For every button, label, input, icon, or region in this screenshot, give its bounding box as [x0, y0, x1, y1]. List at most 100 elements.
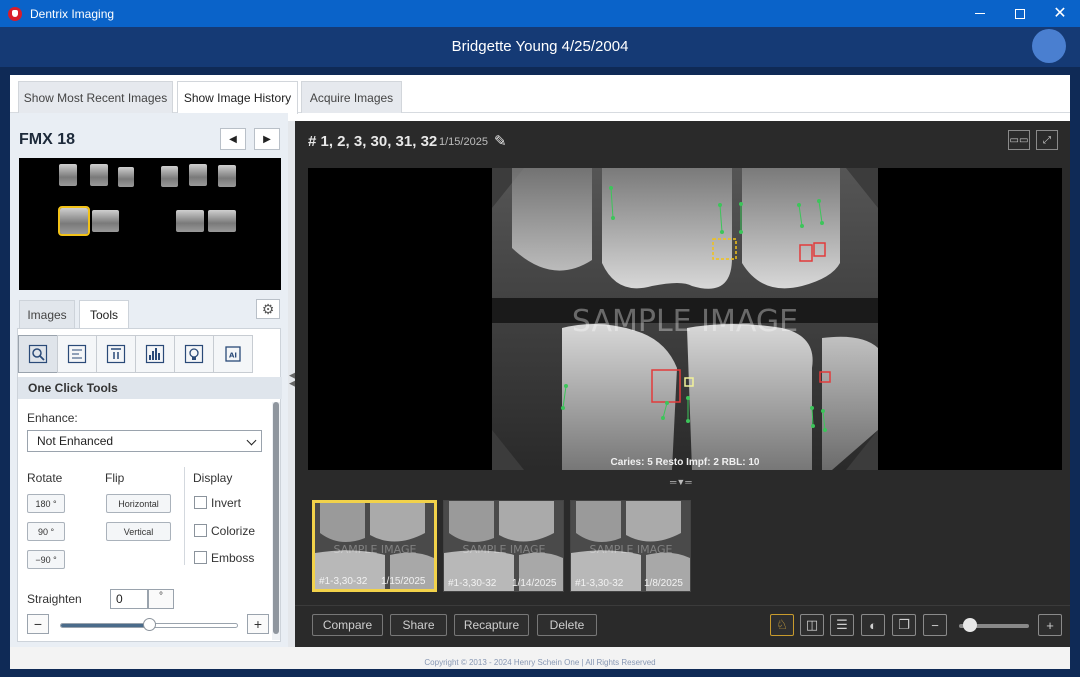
chevron-down-icon [246, 435, 257, 446]
zoom-out-button[interactable]: − [923, 614, 947, 636]
findings-caption: Caries: 5 Resto Impf: 2 RBL: 10 [610, 457, 760, 468]
fmx-thumb[interactable] [92, 210, 119, 232]
copyright-text: Copyright © 2013 - 2024 Henry Schein One… [424, 658, 656, 667]
tools-panel: AI One Click Tools Enhance: Not Enhanced… [17, 328, 282, 642]
divider [184, 467, 185, 565]
tab-label: Show Most Recent Images [23, 90, 168, 105]
tab-images[interactable]: Images [19, 300, 75, 328]
resize-grip-icon[interactable]: ═▼═ [670, 477, 692, 487]
share-button[interactable]: Share [390, 614, 447, 636]
settings-button[interactable]: ⚙ [256, 299, 280, 319]
emboss-checkbox[interactable] [194, 551, 207, 564]
fullscreen-button[interactable]: ⤢ [1036, 130, 1058, 150]
magnify-select-icon [28, 344, 48, 364]
contrast-icon: ◐ [869, 617, 877, 633]
tab-tools[interactable]: Tools [79, 300, 129, 328]
histogram-icon [145, 344, 165, 364]
fmx-thumb[interactable] [90, 164, 108, 186]
zoom-slider-knob[interactable] [962, 618, 977, 632]
thumb-date: 1/14/2025 [512, 578, 557, 589]
straighten-increase-button[interactable]: + [247, 614, 269, 634]
panel-splitter[interactable]: ◀ ◀ [288, 121, 296, 647]
contrast-button[interactable]: ◐ [861, 614, 885, 636]
main-tabs: Show Most Recent Images Show Image Histo… [10, 75, 1070, 114]
invert-checkbox[interactable] [194, 496, 207, 509]
thumb-label: #1-3,30-32 [575, 578, 624, 589]
divider [295, 605, 1070, 606]
fmx-thumb-selected[interactable] [58, 206, 90, 236]
fmx-thumb[interactable] [208, 210, 236, 232]
slider-knob[interactable] [143, 618, 156, 631]
minimize-icon [975, 13, 985, 14]
prev-series-button[interactable]: ◀ [220, 128, 246, 150]
watermark: SAMPLE IMAGE [334, 543, 417, 556]
rotate-180-button[interactable]: 180 ° [27, 494, 65, 513]
minimize-button[interactable] [960, 0, 1000, 27]
edit-pencil-icon[interactable]: ✎ [494, 132, 507, 150]
recapture-button[interactable]: Recapture [454, 614, 529, 636]
next-series-button[interactable]: ▶ [254, 128, 280, 150]
colorize-label: Colorize [211, 524, 256, 538]
gear-icon: ⚙ [261, 300, 275, 317]
ai-icon: AI [225, 346, 241, 362]
emboss-label: Emboss [211, 551, 255, 565]
history-thumb-3[interactable]: SAMPLE IMAGE #1-3,30-32 1/8/2025 [570, 500, 691, 592]
tab-most-recent[interactable]: Show Most Recent Images [18, 81, 173, 113]
measure-icon [67, 344, 87, 364]
fmx-thumb[interactable] [118, 167, 134, 187]
fmx-mount [19, 158, 281, 290]
histogram-tool[interactable] [135, 335, 175, 373]
tab-label: Acquire Images [309, 90, 394, 105]
fmx-thumb[interactable] [189, 164, 207, 186]
maximize-button[interactable] [1000, 0, 1040, 27]
triangle-left-icon: ◀ [229, 133, 237, 145]
fmx-thumb[interactable] [218, 165, 236, 187]
straighten-decrease-button[interactable]: − [27, 614, 49, 634]
tab-image-history[interactable]: Show Image History [177, 81, 298, 114]
scroll-thumb[interactable] [273, 402, 279, 634]
fmx-thumb[interactable] [161, 166, 178, 187]
button-label: Share [402, 618, 435, 632]
compare-button[interactable]: Compare [312, 614, 383, 636]
xray-image[interactable]: SAMPLE IMAGE [492, 168, 878, 470]
fmx-thumb[interactable] [176, 210, 204, 232]
xray-display[interactable]: SAMPLE IMAGE Caries: 5 Resto Impf: 2 RBL… [308, 168, 1062, 470]
overlay-icon: ❐ [898, 617, 910, 632]
straighten-input[interactable]: 0 [110, 589, 148, 609]
split-view-icon: ▭▭ [1009, 134, 1029, 146]
rotate-90-button[interactable]: 90 ° [27, 522, 65, 541]
colorize-checkbox[interactable] [194, 524, 207, 537]
thumb-label: #1-3,30-32 [319, 576, 368, 587]
thumb-date: 1/15/2025 [381, 576, 426, 587]
fmx-thumb[interactable] [59, 164, 77, 186]
measure-tool[interactable] [57, 335, 97, 373]
enhance-select[interactable]: Not Enhanced [27, 430, 262, 452]
delete-button[interactable]: Delete [537, 614, 597, 636]
compare-layout-button[interactable]: ▭▭ [1008, 130, 1030, 150]
tooth-outline-button[interactable]: ◫ [800, 614, 824, 636]
magnify-select-tool[interactable] [18, 335, 58, 373]
text-tool[interactable] [96, 335, 136, 373]
history-thumb-1[interactable]: SAMPLE IMAGE #1-3,30-32 1/15/2025 [312, 500, 437, 592]
close-button[interactable]: ✕ [1040, 0, 1080, 27]
overlay-button[interactable]: ❐ [892, 614, 916, 636]
button-label: −90 ° [35, 554, 57, 565]
flip-vertical-button[interactable]: Vertical [106, 522, 171, 541]
watermark: SAMPLE IMAGE [590, 543, 673, 556]
flip-horizontal-button[interactable]: Horizontal [106, 494, 171, 513]
rotate-minus-90-button[interactable]: −90 ° [27, 550, 65, 569]
rotate-label: Rotate [27, 471, 63, 485]
avatar[interactable] [1032, 29, 1066, 63]
tools-scrollbar[interactable] [272, 402, 280, 640]
history-thumb-2[interactable]: SAMPLE IMAGE #1-3,30-32 1/14/2025 [443, 500, 564, 592]
straighten-slider[interactable] [60, 618, 238, 631]
watermark: SAMPLE IMAGE [463, 543, 546, 556]
button-label: 90 ° [37, 526, 55, 537]
adjustments-button[interactable]: ☰ [830, 614, 854, 636]
tab-acquire-images[interactable]: Acquire Images [301, 81, 402, 113]
tooth-chart-button[interactable]: ♘ [770, 614, 794, 636]
tool-icon-bar: AI [18, 335, 282, 373]
zoom-in-button[interactable]: + [1038, 614, 1062, 636]
brightness-tool[interactable] [174, 335, 214, 373]
ai-tool[interactable]: AI [213, 335, 253, 373]
